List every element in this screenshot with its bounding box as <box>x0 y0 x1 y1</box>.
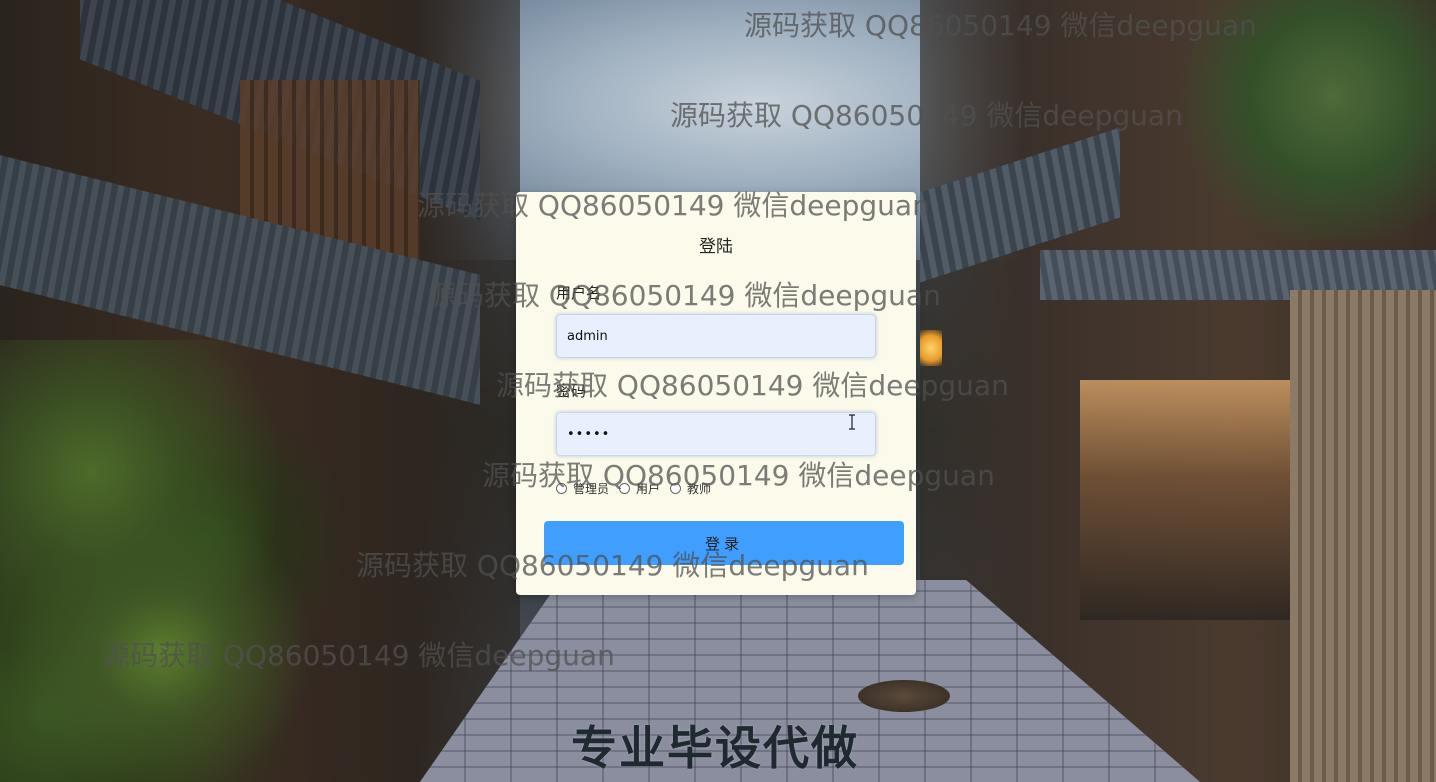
password-label: 密码 <box>556 382 587 400</box>
role-option-user[interactable]: 用户 <box>619 480 660 497</box>
text-cursor-icon <box>849 414 855 430</box>
role-option-admin[interactable]: 管理员 <box>556 480 609 497</box>
right-shopfront <box>1080 380 1300 620</box>
role-radio-group: 管理员 用户 教师 <box>556 480 721 497</box>
role-option-teacher[interactable]: 教师 <box>670 480 711 497</box>
left-foliage <box>0 340 460 782</box>
promo-banner-text: 专业毕设代做 <box>571 721 859 775</box>
username-label: 用户名 <box>556 284 602 302</box>
role-label: 管理员 <box>573 482 610 496</box>
login-button[interactable]: 登录 <box>544 521 904 565</box>
password-input[interactable] <box>556 412 876 456</box>
radio-circle-icon[interactable] <box>556 483 567 494</box>
role-label: 教师 <box>687 482 712 496</box>
login-card: 登陆 用户名 密码 管理员 用户 教师 登录 <box>516 192 916 595</box>
login-title: 登陆 <box>699 237 733 257</box>
radio-circle-icon[interactable] <box>670 483 682 494</box>
bamboo-fence <box>1290 290 1436 782</box>
radio-circle-icon[interactable] <box>619 483 631 494</box>
street-lantern <box>920 330 942 366</box>
manhole-cover <box>858 680 950 712</box>
role-label: 用户 <box>636 482 661 496</box>
username-input[interactable] <box>556 314 876 358</box>
right-tree <box>1180 0 1436 240</box>
